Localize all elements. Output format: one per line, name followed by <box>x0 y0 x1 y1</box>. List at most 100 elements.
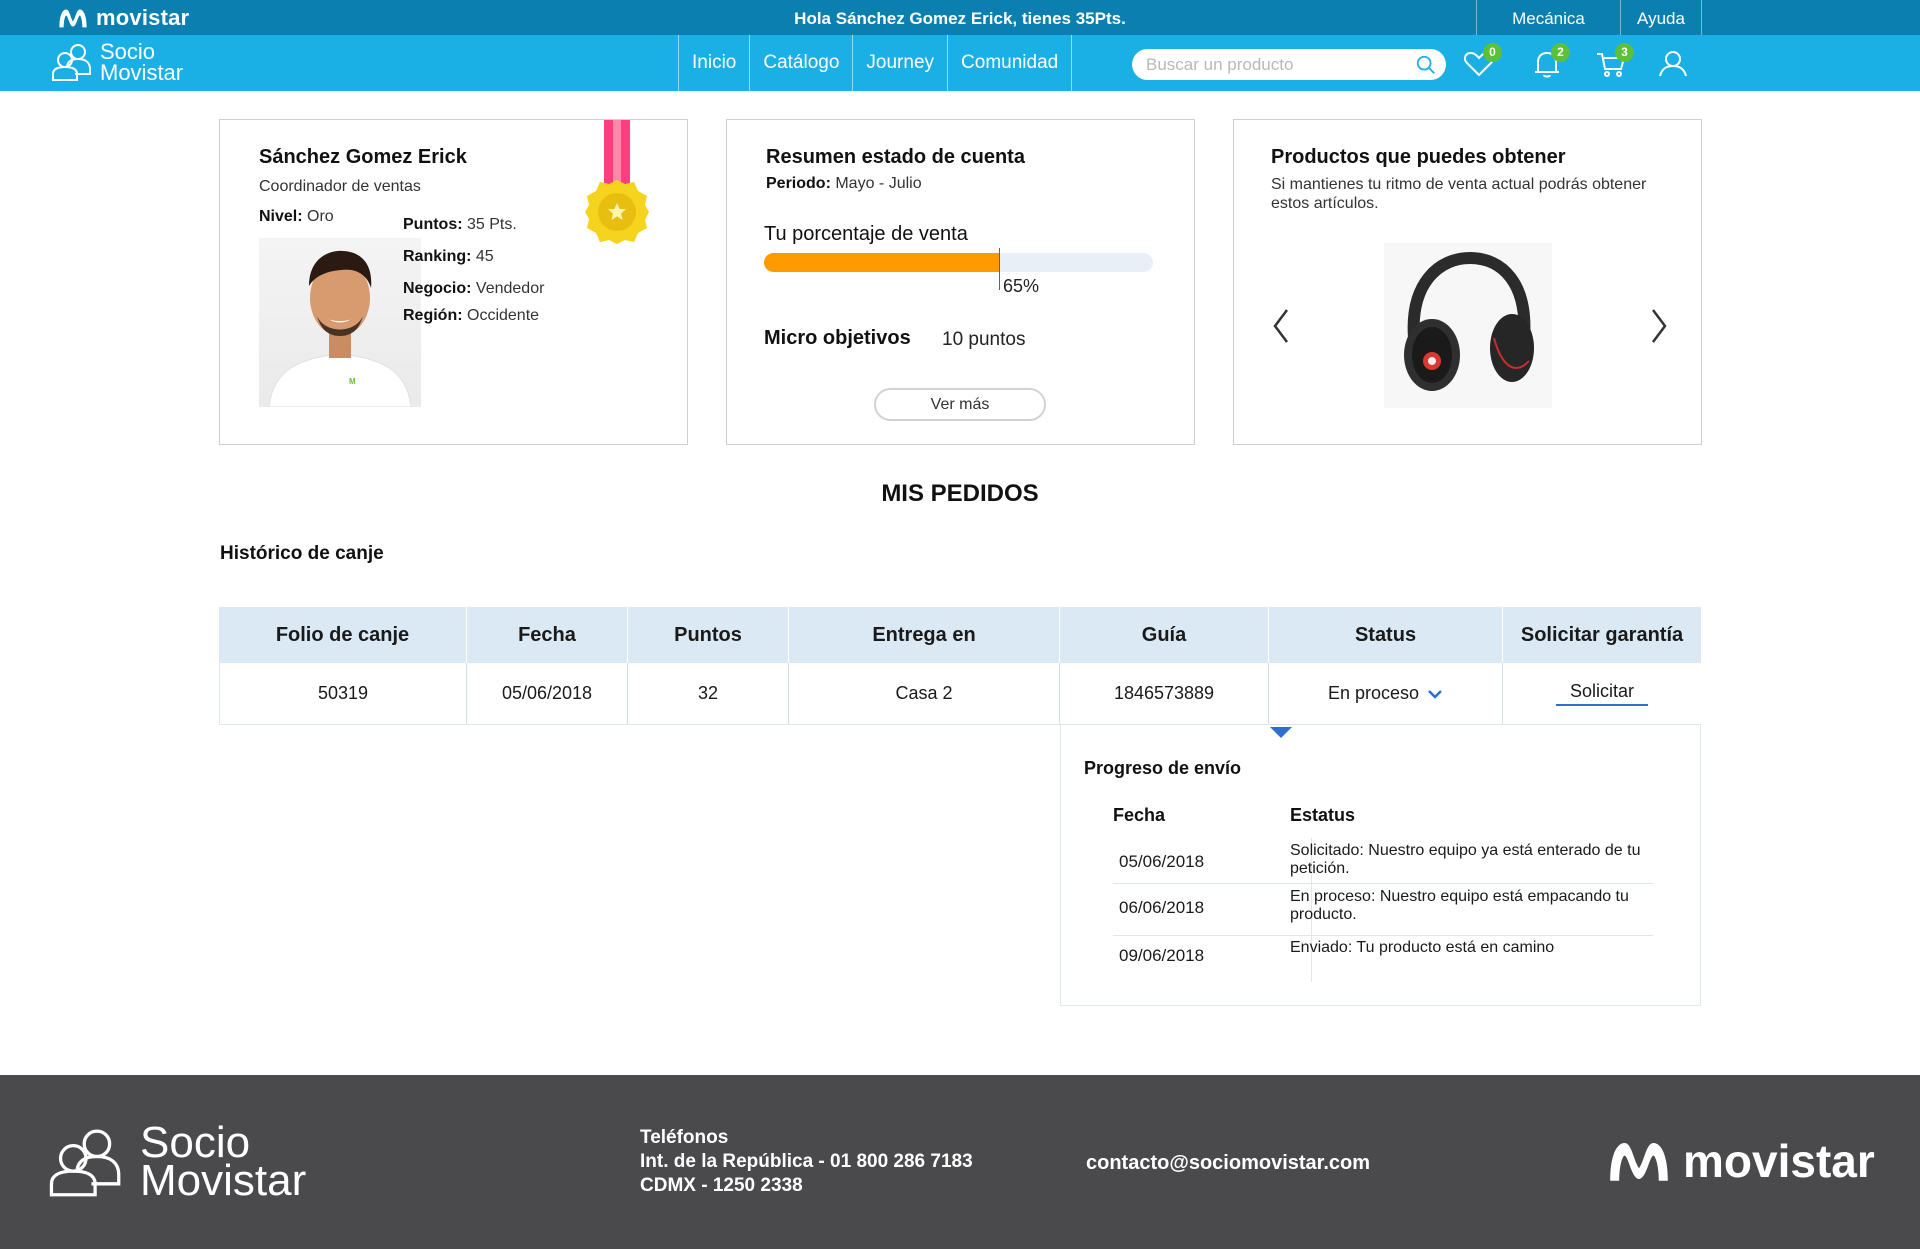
col-guia: Guía <box>1060 607 1269 663</box>
progress-col-estatus: Estatus <box>1290 805 1356 825</box>
product-image[interactable] <box>1384 243 1552 408</box>
mecanica-link[interactable]: Mecánica <box>1476 0 1620 35</box>
user-account-button[interactable] <box>1656 47 1690 81</box>
progress-row: 05/06/2018 Solicitado: Nuestro equipo ya… <box>1113 838 1653 884</box>
notifications-count-badge: 2 <box>1551 43 1570 62</box>
ver-mas-button[interactable]: Ver más <box>874 388 1046 421</box>
cell-puntos: 32 <box>628 663 789 725</box>
profile-name: Sánchez Gomez Erick <box>259 146 467 168</box>
products-subtitle: Si mantienes tu ritmo de venta actual po… <box>1271 176 1647 212</box>
nav-menu: Inicio Catálogo Journey Comunidad <box>678 35 1073 91</box>
col-folio: Folio de canje <box>219 607 467 663</box>
profile-photo: M <box>259 238 421 407</box>
socio-movistar-logo[interactable]: Socio Movistar <box>50 39 184 85</box>
region-label: Región: <box>403 307 463 324</box>
search-input[interactable] <box>1146 53 1406 76</box>
micro-value: 10 puntos <box>942 329 1026 350</box>
cell-fecha: 05/06/2018 <box>467 663 628 725</box>
progress-status-label: Solicitado: <box>1290 842 1364 859</box>
status-dropdown[interactable]: En proceso <box>1269 663 1503 725</box>
solicitar-garantia-link[interactable]: Solicitar <box>1555 681 1649 706</box>
account-title: Resumen estado de cuenta <box>766 146 1025 168</box>
user-icon <box>1659 51 1687 77</box>
gold-medal-icon <box>585 120 649 244</box>
progress-desc: Solicitado: Nuestro equipo ya está enter… <box>1290 842 1650 878</box>
col-status: Status <box>1269 607 1503 663</box>
movistar-m-icon <box>1610 1143 1668 1181</box>
status-value: En proceso <box>1327 683 1420 703</box>
products-card: Productos que puedes obtener Si mantiene… <box>1233 119 1702 445</box>
search-box <box>1132 49 1446 80</box>
cell-guia: 1846573889 <box>1060 663 1269 725</box>
cart-button[interactable]: 3 <box>1594 43 1634 81</box>
progress-status-label: En proceso: <box>1290 888 1376 905</box>
carousel-next-icon[interactable] <box>1649 306 1669 346</box>
progress-status-label: Enviado: <box>1290 939 1353 956</box>
person-avatar-icon: M <box>268 250 412 407</box>
search-icon[interactable] <box>1415 54 1437 76</box>
region-value: Occidente <box>467 307 540 324</box>
orders-section-title: MIS PEDIDOS <box>881 480 1039 507</box>
cell-folio: 50319 <box>219 663 467 725</box>
nav-item-catalogo[interactable]: Catálogo <box>749 35 852 91</box>
phone-national: Int. de la República - 01 800 286 7183 <box>640 1151 973 1172</box>
footer: Socio Movistar Teléfonos Int. de la Repú… <box>0 1075 1920 1249</box>
profile-ranking: Ranking: 45 <box>403 248 494 266</box>
orders-history-title: Histórico de canje <box>220 543 384 564</box>
ayuda-link[interactable]: Ayuda <box>1620 0 1702 35</box>
puntos-label: Puntos: <box>403 216 463 233</box>
brand-line-1: Socio <box>100 39 156 64</box>
notifications-button[interactable]: 2 <box>1530 43 1570 81</box>
profile-negocio: Negocio: Vendedor <box>403 280 544 298</box>
col-entrega: Entrega en <box>789 607 1060 663</box>
profile-nivel: Nivel: Oro <box>259 208 334 226</box>
progress-status-text: Tu producto está en camino <box>1356 939 1555 956</box>
brand-line-2: Movistar <box>100 60 184 85</box>
phones-label: Teléfonos <box>640 1127 729 1148</box>
nav-item-inicio[interactable]: Inicio <box>678 35 749 91</box>
favorites-button[interactable]: 0 <box>1462 43 1502 81</box>
cell-entrega: Casa 2 <box>789 663 1060 725</box>
periodo-value: Mayo - Julio <box>835 175 922 192</box>
progress-col-fecha: Fecha <box>1113 805 1166 825</box>
progress-row: 06/06/2018 En proceso: Nuestro equipo es… <box>1113 884 1653 936</box>
footer-email-link[interactable]: contacto@sociomovistar.com <box>1086 1152 1370 1175</box>
sales-percent-text: 65% <box>1003 276 1040 296</box>
top-bar: movistar Hola Sánchez Gomez Erick, tiene… <box>0 0 1920 35</box>
negocio-value: Vendedor <box>475 280 545 297</box>
micro-label: Micro objetivos <box>764 327 911 349</box>
carousel-prev-icon[interactable] <box>1271 306 1291 346</box>
footer-brand-line-2: Movistar <box>140 1156 307 1205</box>
account-periodo: Periodo: Mayo - Julio <box>766 175 922 193</box>
phone-cdmx: CDMX - 1250 2338 <box>640 1175 803 1196</box>
nav-item-comunidad[interactable]: Comunidad <box>947 35 1073 91</box>
footer-movistar-logo[interactable]: movistar <box>1603 1134 1875 1188</box>
progress-row: 09/06/2018 Enviado: Tu producto está en … <box>1113 936 1653 982</box>
negocio-label: Negocio: <box>403 280 472 297</box>
footer-socio-movistar-logo[interactable]: Socio Movistar <box>46 1121 307 1205</box>
status-pointer-caret <box>1270 727 1292 738</box>
profile-card: Sánchez Gomez Erick Coordinador de venta… <box>219 119 688 445</box>
col-garantia: Solicitar garantía <box>1503 607 1701 663</box>
footer-movistar-wordmark: movistar <box>1683 1135 1875 1187</box>
sales-label: Tu porcentaje de venta <box>764 223 968 245</box>
col-fecha: Fecha <box>467 607 628 663</box>
products-title: Productos que puedes obtener <box>1271 146 1566 168</box>
progress-desc: En proceso: Nuestro equipo está empacand… <box>1290 888 1650 924</box>
periodo-label: Periodo: <box>766 175 831 192</box>
people-icon <box>49 1129 121 1197</box>
favorites-count-badge: 0 <box>1483 43 1502 62</box>
cart-count-badge: 3 <box>1615 43 1634 62</box>
profile-region: Región: Occidente <box>403 307 539 325</box>
ranking-label: Ranking: <box>403 248 472 265</box>
progress-desc: Enviado: Tu producto está en camino <box>1290 939 1650 957</box>
progress-date: 06/06/2018 <box>1119 898 1205 917</box>
sales-progress-fill <box>764 253 999 272</box>
nav-item-journey[interactable]: Journey <box>852 35 947 91</box>
progress-date: 09/06/2018 <box>1119 946 1205 965</box>
profile-puntos: Puntos: 35 Pts. <box>403 216 517 234</box>
progress-date: 05/06/2018 <box>1119 852 1205 871</box>
cell-garantia: Solicitar <box>1503 663 1701 725</box>
headphones-icon <box>1404 251 1534 391</box>
svg-text:M: M <box>349 377 356 386</box>
